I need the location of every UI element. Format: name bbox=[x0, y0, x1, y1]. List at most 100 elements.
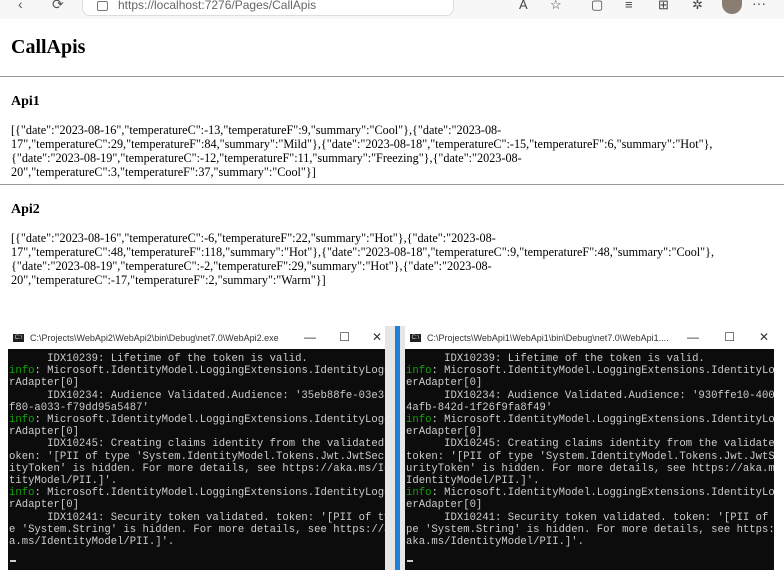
split-screen-icon[interactable]: ▢ bbox=[591, 0, 603, 13]
console-text: pe 'System.String' is hidden. For more d… bbox=[406, 523, 774, 536]
console-line: IDX10234: Audience Validated.Audience: '… bbox=[9, 390, 385, 402]
favorites-list-icon[interactable]: ≡ bbox=[625, 0, 633, 12]
console-text: IDX10239: Lifetime of the token is valid… bbox=[9, 353, 308, 365]
console-line: info: Microsoft.IdentityModel.LoggingExt… bbox=[9, 365, 385, 377]
console-line: erAdapter[0] bbox=[406, 499, 774, 511]
console-text: : Microsoft.IdentityModel.LoggingExtensi… bbox=[431, 365, 774, 378]
console-text: rAdapter[0] bbox=[9, 377, 79, 390]
api2-json-line: 17","temperatureC":48,"temperatureF":118… bbox=[11, 245, 715, 259]
console-text: rAdapter[0] bbox=[9, 426, 79, 439]
profile-avatar[interactable] bbox=[722, 0, 742, 14]
console-cursor bbox=[10, 560, 16, 562]
extensions-icon[interactable]: ✲ bbox=[692, 0, 703, 13]
console-title-bar[interactable]: C:\ C:\Projects\WebApi2\WebApi2\bin\Debu… bbox=[8, 329, 385, 349]
console-text: 4afb-842d-1f26f9fa8f49' bbox=[406, 401, 553, 414]
console-line: IDX10239: Lifetime of the token is valid… bbox=[406, 353, 774, 365]
console-line: IDX10241: Security token validated. toke… bbox=[9, 512, 385, 524]
console-line: info: Microsoft.IdentityModel.LoggingExt… bbox=[406, 414, 774, 426]
console-line: f80-a033-f79dd95a5487' bbox=[9, 402, 385, 414]
page-title: CallApis bbox=[11, 36, 86, 58]
snap-accent-bar bbox=[395, 326, 400, 570]
minimize-icon[interactable]: — bbox=[687, 330, 699, 344]
console-text: : Microsoft.IdentityModel.LoggingExtensi… bbox=[34, 365, 385, 378]
console-app-icon: C:\ bbox=[410, 334, 421, 342]
console-text: : Microsoft.IdentityModel.LoggingExtensi… bbox=[431, 487, 774, 500]
lock-icon bbox=[97, 1, 108, 11]
console-text: erAdapter[0] bbox=[406, 499, 483, 512]
console-line: aka.ms/IdentityModel/PII.]'. bbox=[406, 536, 774, 548]
read-aloud-icon[interactable]: A bbox=[519, 0, 528, 12]
console-text: IDX10241: Security token validated. toke… bbox=[9, 511, 385, 524]
console-text: e 'System.String' is hidden. For more de… bbox=[9, 523, 385, 536]
maximize-icon[interactable]: ☐ bbox=[339, 330, 350, 344]
console-line: a.ms/IdentityModel/PII.]'. bbox=[9, 536, 385, 548]
address-bar[interactable]: https://localhost:7276/Pages/CallApis bbox=[82, 0, 454, 16]
section-divider bbox=[0, 184, 784, 185]
address-text: https://localhost:7276/Pages/CallApis bbox=[118, 0, 317, 12]
maximize-icon[interactable]: ☐ bbox=[724, 330, 735, 344]
console-line: info: Microsoft.IdentityModel.LoggingExt… bbox=[9, 487, 385, 499]
console-line: info: Microsoft.IdentityModel.LoggingExt… bbox=[406, 365, 774, 377]
browser-toolbar: ‹ ⟳ https://localhost:7276/Pages/CallApi… bbox=[0, 0, 784, 20]
api2-heading: Api2 bbox=[11, 202, 40, 217]
console-text: f80-a033-f79dd95a5487' bbox=[9, 401, 149, 414]
console-title: C:\Projects\WebApi2\WebApi2\bin\Debug\ne… bbox=[30, 333, 279, 343]
console-line: token: '[PII of type 'System.IdentityMod… bbox=[406, 451, 774, 463]
console-line: IDX10239: Lifetime of the token is valid… bbox=[9, 353, 385, 365]
favorite-icon[interactable]: ☆ bbox=[550, 0, 562, 13]
console-line: rAdapter[0] bbox=[9, 499, 385, 511]
log-level-tag: info bbox=[9, 365, 35, 378]
console-line: e 'System.String' is hidden. For more de… bbox=[9, 524, 385, 536]
console-cursor bbox=[407, 560, 413, 562]
console-line: urityToken' is hidden. For more details,… bbox=[406, 463, 774, 475]
console-text: IDX10241: Security token validated. toke… bbox=[406, 511, 774, 524]
console-line: rAdapter[0] bbox=[9, 377, 385, 389]
api2-json-line: 20","temperatureC":-17,"temperatureF":2,… bbox=[11, 273, 326, 287]
console-text: IDX10239: Lifetime of the token is valid… bbox=[406, 353, 705, 365]
log-level-tag: info bbox=[9, 487, 35, 500]
console-text: IDX10245: Creating claims identity from … bbox=[406, 438, 774, 451]
close-icon[interactable]: ✕ bbox=[372, 330, 382, 344]
console-text: IDX10234: Audience Validated.Audience: '… bbox=[406, 389, 774, 402]
api1-json-line: 17","temperatureC":29,"temperatureF":84,… bbox=[11, 137, 713, 151]
console-line: info: Microsoft.IdentityModel.LoggingExt… bbox=[9, 414, 385, 426]
page-content: CallApis Api1 [{"date":"2023-08-16","tem… bbox=[0, 19, 784, 326]
back-icon[interactable]: ‹ bbox=[18, 0, 23, 12]
console-window-webapi1[interactable]: C:\ C:\Projects\WebApi1\WebApi1\bin\Debu… bbox=[405, 329, 774, 570]
console-title: C:\Projects\WebApi1\WebApi1\bin\Debug\ne… bbox=[427, 333, 669, 343]
api1-json-line: 20","temperatureC":3,"temperatureF":37,"… bbox=[11, 165, 316, 179]
console-text: : Microsoft.IdentityModel.LoggingExtensi… bbox=[431, 414, 774, 427]
title-divider bbox=[0, 76, 784, 77]
console-line: IDX10234: Audience Validated.Audience: '… bbox=[406, 390, 774, 402]
console-text: tityModel/PII.]'. bbox=[9, 475, 118, 488]
api2-json-line: {"date":"2023-08-19","temperatureC":-2,"… bbox=[11, 259, 492, 273]
console-text: erAdapter[0] bbox=[406, 426, 483, 439]
console-line: 4afb-842d-1f26f9fa8f49' bbox=[406, 402, 774, 414]
console-text: token: '[PII of type 'System.IdentityMod… bbox=[406, 450, 774, 463]
console-line: erAdapter[0] bbox=[406, 426, 774, 438]
console-text: a.ms/IdentityModel/PII.]'. bbox=[9, 536, 175, 549]
console-text: IDX10234: Audience Validated.Audience: '… bbox=[9, 389, 385, 402]
console-line: info: Microsoft.IdentityModel.LoggingExt… bbox=[406, 487, 774, 499]
close-icon[interactable]: ✕ bbox=[759, 330, 769, 344]
console-title-bar[interactable]: C:\ C:\Projects\WebApi1\WebApi1\bin\Debu… bbox=[405, 329, 774, 349]
minimize-icon[interactable]: — bbox=[304, 330, 316, 344]
console-text: : Microsoft.IdentityModel.LoggingExtensi… bbox=[34, 414, 385, 427]
console-line: rAdapter[0] bbox=[9, 426, 385, 438]
console-text: aka.ms/IdentityModel/PII.]'. bbox=[406, 536, 585, 549]
console-text: rAdapter[0] bbox=[9, 499, 79, 512]
refresh-icon[interactable]: ⟳ bbox=[52, 0, 64, 13]
console-line: pe 'System.String' is hidden. For more d… bbox=[406, 524, 774, 536]
console-text: urityToken' is hidden. For more details,… bbox=[406, 462, 774, 475]
collections-icon[interactable]: ⊞ bbox=[658, 0, 669, 13]
console-line: IDX10245: Creating claims identity from … bbox=[406, 438, 774, 450]
log-level-tag: info bbox=[406, 414, 432, 427]
console-line: erAdapter[0] bbox=[406, 377, 774, 389]
api1-json-line: {"date":"2023-08-19","temperatureC":-12,… bbox=[11, 151, 522, 165]
api2-json-line: [{"date":"2023-08-16","temperatureC":-6,… bbox=[11, 231, 496, 245]
console-window-webapi2[interactable]: C:\ C:\Projects\WebApi2\WebApi2\bin\Debu… bbox=[8, 329, 385, 570]
console-text: ityToken' is hidden. For more details, s… bbox=[9, 462, 385, 475]
more-icon[interactable]: ··· bbox=[752, 0, 766, 11]
api1-json: [{"date":"2023-08-16","temperatureC":-13… bbox=[11, 123, 746, 179]
api2-json: [{"date":"2023-08-16","temperatureC":-6,… bbox=[11, 231, 746, 287]
